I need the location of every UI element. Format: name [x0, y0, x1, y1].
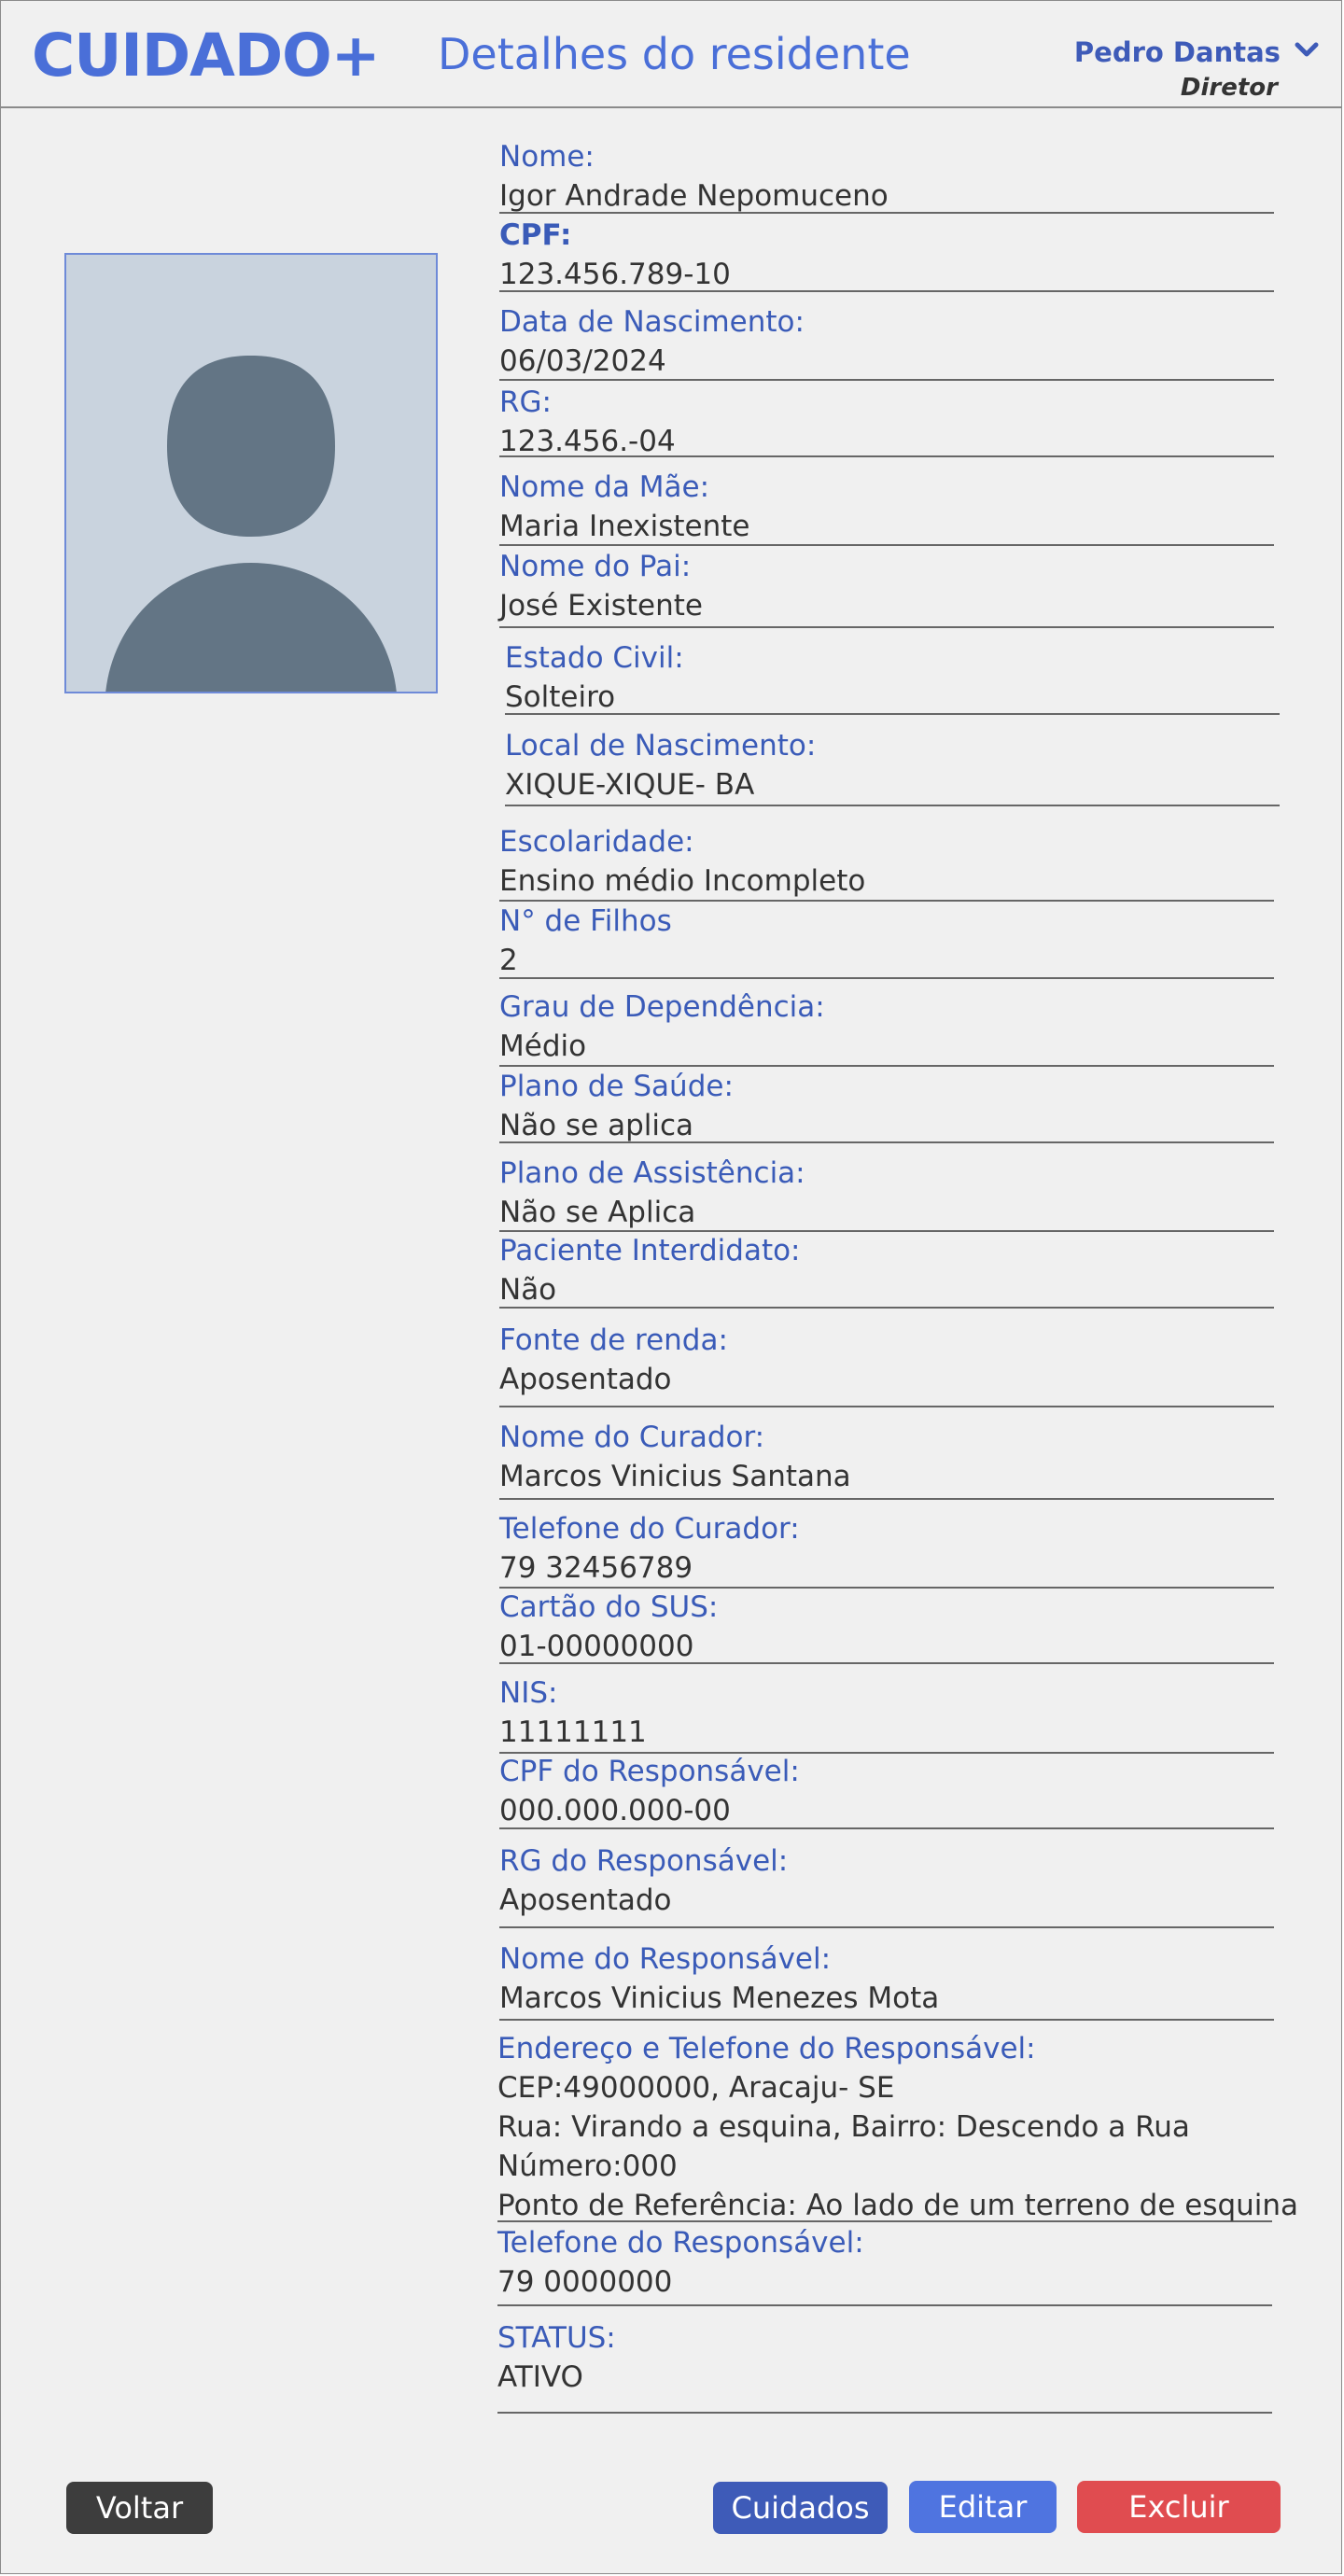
field-cpf-responsavel: CPF do Responsável: 000.000.000-00 [499, 1752, 1274, 1829]
field-value: Não se Aplica [499, 1196, 696, 1229]
field-value: Médio [499, 1029, 587, 1063]
field-nome: Nome: Igor Andrade Nepomuceno [499, 137, 1274, 214]
field-label: Plano de Saúde: [499, 1070, 734, 1103]
field-label: Local de Nascimento: [505, 729, 817, 763]
edit-button[interactable]: Editar [909, 2481, 1057, 2533]
field-value: Ensino médio Incompleto [499, 864, 866, 898]
field-value: 01-00000000 [499, 1630, 694, 1663]
field-value: José Existente [499, 589, 703, 623]
field-label: Telefone do Responsável: [497, 2226, 864, 2260]
field-label: Fonte de renda: [499, 1323, 728, 1357]
header: CUIDADO+ Detalhes do residente Pedro Dan… [1, 1, 1341, 108]
field-data-nascimento: Data de Nascimento: 06/03/2024 [499, 302, 1274, 381]
field-label: Estado Civil: [505, 641, 684, 675]
field-grau-dependencia: Grau de Dependência: Médio [499, 987, 1274, 1067]
field-value: 123.456.-04 [499, 425, 676, 458]
field-nome-pai: Nome do Pai: José Existente [499, 547, 1274, 628]
field-value: Aposentado [499, 1363, 672, 1396]
field-label: RG do Responsável: [499, 1844, 789, 1878]
field-estado-civil: Estado Civil: Solteiro [505, 638, 1280, 715]
delete-button[interactable]: Excluir [1077, 2481, 1281, 2533]
field-nome-mae: Nome da Mãe: Maria Inexistente [499, 468, 1274, 546]
field-label: Nome da Mãe: [499, 470, 710, 504]
resident-photo [64, 253, 438, 693]
field-value: Igor Andrade Nepomuceno [499, 179, 889, 213]
care-button[interactable]: Cuidados [713, 2482, 888, 2534]
field-label: Cartão do SUS: [499, 1590, 719, 1624]
field-value: Marcos Vinicius Menezes Mota [499, 1981, 940, 2015]
address-line: CEP:49000000, Aracaju- SE [497, 2071, 895, 2105]
field-plano-saude: Plano de Saúde: Não se aplica [499, 1067, 1274, 1143]
back-button[interactable]: Voltar [66, 2482, 213, 2534]
address-line: Rua: Virando a esquina, Bairro: Descendo… [497, 2110, 1190, 2144]
field-value: 06/03/2024 [499, 344, 666, 378]
field-value: Marcos Vinicius Santana [499, 1460, 851, 1493]
field-label: N° de Filhos [499, 904, 672, 938]
field-label: STATUS: [497, 2321, 616, 2355]
app-logo[interactable]: CUIDADO+ [32, 21, 381, 90]
page-title: Detalhes do residente [438, 29, 911, 79]
field-value: Maria Inexistente [499, 510, 750, 543]
user-name[interactable]: Pedro Dantas [1074, 36, 1281, 68]
field-value: Solteiro [505, 680, 616, 714]
field-value: Aposentado [499, 1883, 672, 1917]
field-value: 79 32456789 [499, 1551, 693, 1585]
field-rg: RG: 123.456.-04 [499, 383, 1274, 458]
field-label: Telefone do Curador: [499, 1512, 800, 1546]
field-nis: NIS: 11111111 [499, 1673, 1274, 1754]
field-label: Nome: [499, 140, 595, 174]
field-value: 000.000.000-00 [499, 1794, 731, 1827]
field-label: Nome do Curador: [499, 1421, 765, 1454]
field-cpf: CPF: 123.456.789-10 [499, 216, 1274, 292]
field-telefone-responsavel: Telefone do Responsável: 79 0000000 [497, 2223, 1272, 2306]
address-line: Número:000 [497, 2149, 678, 2183]
field-label: Endereço e Telefone do Responsável: [497, 2032, 1036, 2065]
field-value: Não se aplica [499, 1109, 694, 1142]
field-value: 11111111 [499, 1715, 647, 1749]
field-value: 123.456.789-10 [499, 258, 731, 291]
field-local-nascimento: Local de Nascimento: XIQUE-XIQUE- BA [505, 726, 1280, 806]
field-label: CPF do Responsável: [499, 1755, 800, 1788]
field-label: Grau de Dependência: [499, 990, 825, 1024]
address-line: Ponto de Referência: Ao lado de um terre… [497, 2189, 1299, 2222]
field-telefone-curador: Telefone do Curador: 79 32456789 [499, 1509, 1274, 1589]
field-label: RG: [499, 385, 553, 419]
field-label: NIS: [499, 1676, 558, 1710]
chevron-down-icon[interactable] [1295, 42, 1319, 63]
user-menu[interactable]: Pedro Dantas [1074, 36, 1319, 68]
field-status: STATUS: ATIVO [497, 2318, 1272, 2414]
field-label: CPF: [499, 218, 572, 252]
field-paciente-interditado: Paciente Interdidato: Não [499, 1231, 1274, 1309]
field-rg-responsavel: RG do Responsável: Aposentado [499, 1841, 1274, 1928]
status-value: ATIVO [497, 2360, 583, 2394]
field-value: 2 [499, 944, 518, 977]
field-nome-curador: Nome do Curador: Marcos Vinicius Santana [499, 1418, 1274, 1500]
field-label: Nome do Responsável: [499, 1942, 832, 1976]
field-nome-responsavel: Nome do Responsável: Marcos Vinicius Men… [499, 1939, 1274, 2021]
field-value: Não [499, 1273, 557, 1307]
user-role: Diretor [1180, 74, 1278, 102]
field-escolaridade: Escolaridade: Ensino médio Incompleto [499, 822, 1274, 902]
field-label: Data de Nascimento: [499, 305, 805, 339]
field-numero-filhos: N° de Filhos 2 [499, 902, 1274, 979]
field-value: 79 0000000 [497, 2265, 673, 2299]
field-label: Nome do Pai: [499, 550, 692, 583]
field-label: Escolaridade: [499, 825, 694, 859]
field-fonte-renda: Fonte de renda: Aposentado [499, 1321, 1274, 1407]
field-label: Plano de Assistência: [499, 1156, 805, 1190]
field-plano-assistencia: Plano de Assistência: Não se Aplica [499, 1154, 1274, 1232]
field-label: Paciente Interdidato: [499, 1234, 801, 1267]
user-avatar-icon [105, 356, 397, 692]
field-cartao-sus: Cartão do SUS: 01-00000000 [499, 1588, 1274, 1664]
field-endereco-responsavel: Endereço e Telefone do Responsável: CEP:… [497, 2029, 1299, 2222]
resident-details-page: CUIDADO+ Detalhes do residente Pedro Dan… [0, 0, 1342, 2574]
field-value: XIQUE-XIQUE- BA [505, 768, 755, 802]
